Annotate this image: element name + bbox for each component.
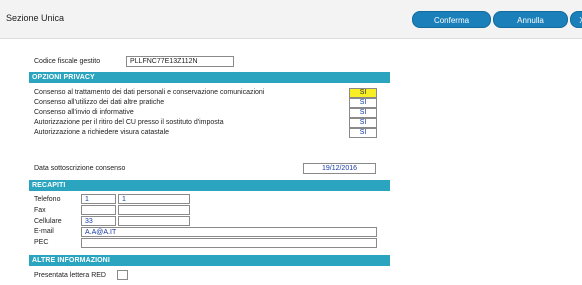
codice-fiscale-field[interactable]: PLLFNC77E13Z112N bbox=[126, 56, 234, 67]
fax-prefix-field[interactable] bbox=[81, 205, 116, 215]
header-bar: Sezione Unica Conferma Annulla X bbox=[0, 0, 582, 39]
cellulare-prefix-field[interactable]: 33 bbox=[81, 216, 116, 226]
pec-field[interactable] bbox=[81, 238, 377, 248]
telefono-number-field[interactable]: 1 bbox=[118, 194, 190, 204]
fax-number-field[interactable] bbox=[118, 205, 190, 215]
privacy-item-value[interactable]: SI bbox=[349, 98, 377, 108]
section-altre-informazioni-header: ALTRE INFORMAZIONI bbox=[29, 255, 390, 266]
privacy-item-label: Autorizzazione a richiedere visura catas… bbox=[34, 129, 170, 136]
form-panel: Codice fiscale gestito PLLFNC77E13Z112N … bbox=[29, 39, 390, 285]
telefono-prefix-field[interactable]: 1 bbox=[81, 194, 116, 204]
codice-fiscale-label: Codice fiscale gestito bbox=[34, 58, 101, 65]
close-button[interactable]: X bbox=[570, 11, 582, 28]
consent-date-field[interactable]: 19/12/2016 bbox=[303, 163, 376, 174]
cellulare-label: Cellulare bbox=[34, 218, 62, 225]
telefono-label: Telefono bbox=[34, 196, 61, 203]
sezione-unica-window: Sezione Unica Conferma Annulla X Codice … bbox=[0, 0, 582, 285]
window-title: Sezione Unica bbox=[6, 13, 65, 23]
email-field[interactable]: A.A@A.IT bbox=[81, 227, 377, 237]
cellulare-number-field[interactable] bbox=[118, 216, 190, 226]
lettera-red-label: Presentata lettera RED bbox=[34, 272, 106, 279]
section-recapiti-header: RECAPITI bbox=[29, 180, 390, 191]
lettera-red-checkbox[interactable] bbox=[117, 270, 128, 280]
privacy-item-label: Consenso al trattamento dei dati persona… bbox=[34, 89, 265, 96]
privacy-item-value[interactable]: SI bbox=[349, 88, 377, 98]
pec-label: PEC bbox=[34, 239, 49, 246]
fax-label: Fax bbox=[34, 207, 46, 214]
privacy-item-value[interactable]: SI bbox=[349, 108, 377, 118]
privacy-item-value[interactable]: SI bbox=[349, 118, 377, 128]
email-label: E-mail bbox=[34, 228, 54, 235]
confirm-button[interactable]: Conferma bbox=[412, 11, 491, 28]
privacy-item-value[interactable]: SI bbox=[349, 128, 377, 138]
privacy-item-label: Autorizzazione per il ritiro del CU pres… bbox=[34, 119, 224, 126]
consent-date-label: Data sottoscrizione consenso bbox=[34, 165, 126, 172]
privacy-item-label: Consenso all'utilizzo dei dati altre pra… bbox=[34, 99, 165, 106]
privacy-item-label: Consenso all'invio di informative bbox=[34, 109, 134, 116]
section-privacy-header: OPZIONI PRIVACY bbox=[29, 72, 390, 83]
cancel-button[interactable]: Annulla bbox=[493, 11, 568, 28]
